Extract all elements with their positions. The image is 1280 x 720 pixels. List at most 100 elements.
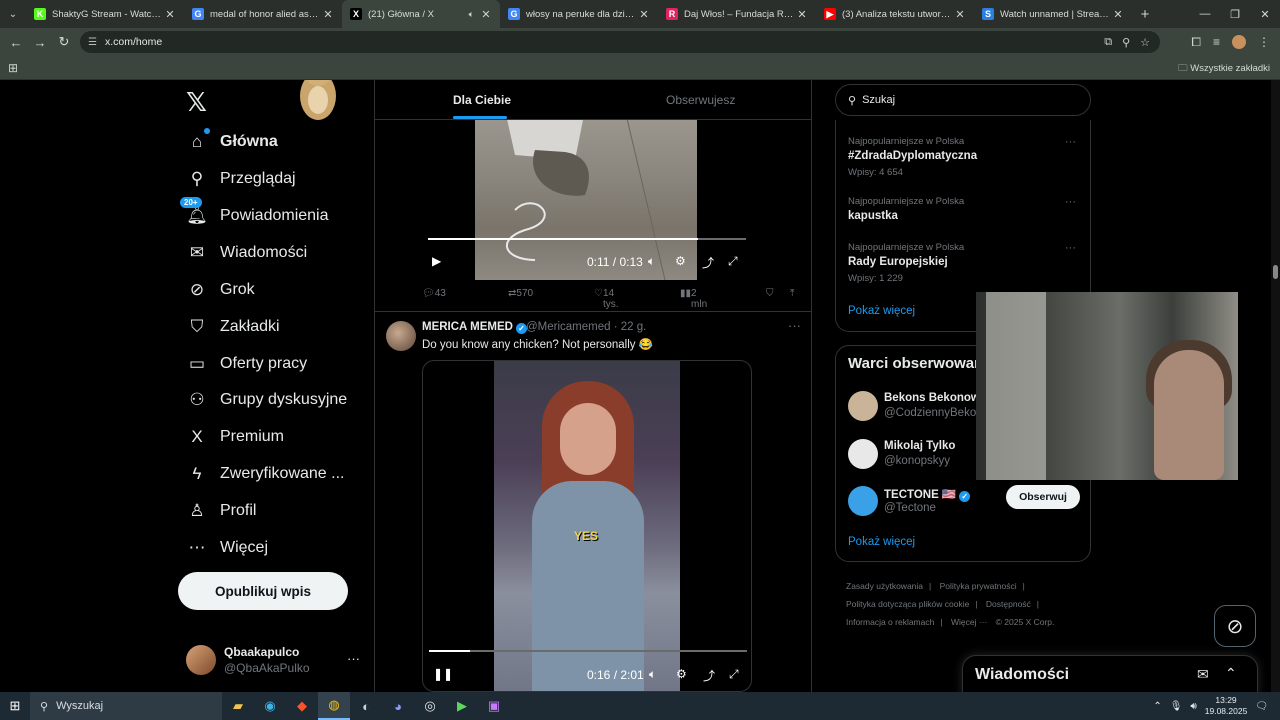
volume-icon[interactable]: 🔈︎ [648, 254, 655, 269]
more-dots-icon[interactable]: ··· [1065, 242, 1076, 254]
account-switcher[interactable]: Qbaakapulco @QbaAkaPulko ··· [186, 643, 362, 679]
tab-close-icon[interactable]: ✕ [322, 8, 334, 21]
volume-icon[interactable]: 🔈︎ [649, 667, 656, 682]
tray-chevron-icon[interactable]: ⌃ [1153, 701, 1161, 712]
nav-item-lightning[interactable]: ϟ Zweryfikowane ... [186, 459, 345, 489]
settings-icon[interactable]: ⚙ [676, 667, 687, 681]
browser-tab[interactable]: S Watch unnamed | Streamable✕ [974, 0, 1132, 28]
share-icon[interactable]: ⤒ [790, 288, 794, 299]
microphone-icon[interactable]: 🎙︎ [1170, 701, 1183, 712]
speaker-icon[interactable]: 🔊︎ [1190, 701, 1196, 712]
footer-more-link[interactable]: Więcej ··· [951, 617, 987, 627]
footer-link[interactable]: Polityka prywatności [940, 581, 1017, 591]
steam-icon[interactable]: ◐ [350, 692, 382, 720]
tab-audio-icon[interactable]: 🔈︎ [469, 9, 474, 20]
show-more-link[interactable]: Pokaż więcej [848, 305, 915, 317]
show-more-link[interactable]: Pokaż więcej [848, 536, 915, 548]
pip-icon[interactable]: ⤴ [703, 667, 715, 684]
bookmark-icon[interactable]: ⛉ [766, 288, 774, 299]
nav-item-bell[interactable]: 🔔︎ 20+ Powiadomienia [180, 197, 329, 231]
pip-icon[interactable]: ⤴ [702, 254, 714, 271]
nav-item-search[interactable]: ⚲ Przeglądaj [186, 164, 296, 194]
nav-item-person[interactable]: ♙ Profil [186, 496, 256, 526]
trend-item[interactable]: Najpopularniejsze w Polska #ZdradaDyploma… [848, 136, 1088, 178]
fullscreen-icon[interactable]: ⤢ [728, 254, 738, 269]
pause-icon[interactable]: ❚❚ [433, 667, 453, 681]
reload-icon[interactable]: ↻ [52, 34, 76, 50]
star-icon[interactable]: ☆ [1140, 36, 1150, 49]
clock[interactable]: 13:29 19.08.2025 [1205, 695, 1248, 717]
obs-icon[interactable]: ◎ [414, 692, 446, 720]
profile-avatar-icon[interactable] [1232, 35, 1246, 49]
notifications-icon[interactable]: 🗨︎ [1255, 701, 1268, 712]
footer-link[interactable]: Polityka dotycząca plików cookie [846, 599, 969, 609]
tab-close-icon[interactable]: ✕ [954, 8, 966, 21]
settings-icon[interactable]: ⚙ [675, 254, 686, 268]
minimize-icon[interactable]: — [1190, 0, 1220, 28]
browser-tab[interactable]: Gwłosy na peruke dla dzieci chor✕ [500, 0, 658, 28]
video-progress-bar[interactable] [428, 238, 746, 240]
url-bar[interactable]: ☰ x.com/home ⧉ ⚲ ☆ [80, 31, 1160, 53]
follow-button[interactable]: Obserwuj [1006, 485, 1080, 509]
tab-close-icon[interactable]: ✕ [796, 8, 808, 21]
footer-link[interactable]: Zasady użytkowania [846, 581, 923, 591]
new-message-icon[interactable]: ✉ [1197, 666, 1209, 683]
new-tab-button[interactable]: + [1132, 6, 1158, 23]
nav-item-x-premium[interactable]: X Premium [186, 422, 284, 452]
expand-chevron-icon[interactable]: ⌃ [1225, 665, 1237, 682]
nav-item-grok[interactable]: ⊘ Grok [186, 275, 255, 305]
cast-icon[interactable]: ⧉ [1104, 36, 1112, 49]
forward-icon[interactable]: → [28, 35, 52, 50]
chrome-icon[interactable]: ◍ [318, 692, 350, 720]
browser-tab[interactable]: R Daj Włos! – Fundacja Rak'n'Roll✕ [658, 0, 816, 28]
apps-grid-icon[interactable]: ⊞ [8, 61, 18, 75]
tab-close-icon[interactable]: ✕ [638, 8, 650, 21]
scrollbar-thumb[interactable] [1273, 265, 1278, 279]
video-progress-bar[interactable] [429, 650, 747, 652]
grok-floating-icon[interactable]: ⊘ [1214, 605, 1256, 647]
avatar[interactable] [848, 391, 878, 421]
tab-following[interactable]: Obserwujesz [666, 93, 735, 107]
zoom-icon[interactable]: ⚲ [1122, 36, 1130, 49]
x-logo-icon[interactable]: 𝕏 [186, 88, 207, 118]
avatar[interactable] [848, 439, 878, 469]
footer-link[interactable]: Informacja o reklamach [846, 617, 934, 627]
play-icon[interactable]: ▶ [432, 254, 441, 268]
avatar[interactable] [386, 321, 416, 351]
back-icon[interactable]: ← [4, 35, 28, 50]
tweet-author[interactable]: MERICA MEMED ✓ [422, 321, 527, 334]
tab-close-icon[interactable]: ✕ [164, 8, 176, 21]
trend-item[interactable]: Najpopularniejsze w Polska kapustka ··· [848, 196, 1088, 222]
discord-icon[interactable]: ◕ [382, 692, 414, 720]
post-button[interactable]: Opublikuj wpis [178, 572, 348, 610]
retweet-button[interactable]: ⇄ 570 [508, 288, 533, 299]
browser-tab[interactable]: X (21) Główna / X 🔈︎ ✕ [342, 0, 500, 28]
app-icon[interactable]: ▣ [478, 692, 510, 720]
tab-for-you[interactable]: Dla Ciebie [453, 93, 511, 107]
brave-icon[interactable]: ◆ [286, 692, 318, 720]
edge-icon[interactable]: ◉ [254, 692, 286, 720]
maximize-icon[interactable]: ❐ [1220, 0, 1250, 28]
browser-tab[interactable]: K ShaktyG Stream - Watch Live on✕ [26, 0, 184, 28]
file-explorer-icon[interactable]: ▰ [222, 692, 254, 720]
tab-close-icon[interactable]: ✕ [1112, 8, 1124, 21]
nav-item-bookmark[interactable]: ⛉ Zakładki [186, 312, 280, 342]
menu-icon[interactable]: ⋮ [1258, 35, 1270, 49]
more-dots-icon[interactable]: ··· [347, 651, 360, 666]
messages-drawer[interactable]: Wiadomości ✉ ⌃ [962, 655, 1258, 692]
nav-item-briefcase[interactable]: ▭ Oferty pracy [186, 349, 307, 379]
avatar[interactable] [848, 486, 878, 516]
scrollbar[interactable] [1271, 80, 1280, 692]
nav-item-communities[interactable]: ⚇ Grupy dyskusyjne [186, 385, 347, 415]
all-bookmarks[interactable]: 🗀︎ Wszystkie zakładki [1178, 61, 1270, 77]
browser-tab[interactable]: ▶ (3) Analiza tekstu utworu SB Ma✕ [816, 0, 974, 28]
more-dots-icon[interactable]: ··· [1065, 196, 1076, 208]
windows-start-icon[interactable]: ⊞ [0, 692, 30, 720]
browser-tab[interactable]: Gmedal of honor alied assault] -✕ [184, 0, 342, 28]
nav-item-home[interactable]: ⌂ Główna [186, 127, 278, 157]
close-window-icon[interactable]: ✕ [1250, 0, 1280, 28]
taskbar-search[interactable]: ⚲ Wyszukaj [30, 692, 222, 720]
fullscreen-icon[interactable]: ⤢ [729, 667, 739, 682]
nav-item-more-circle[interactable]: ⋯ Więcej [186, 533, 269, 563]
more-dots-icon[interactable]: ··· [788, 318, 801, 333]
